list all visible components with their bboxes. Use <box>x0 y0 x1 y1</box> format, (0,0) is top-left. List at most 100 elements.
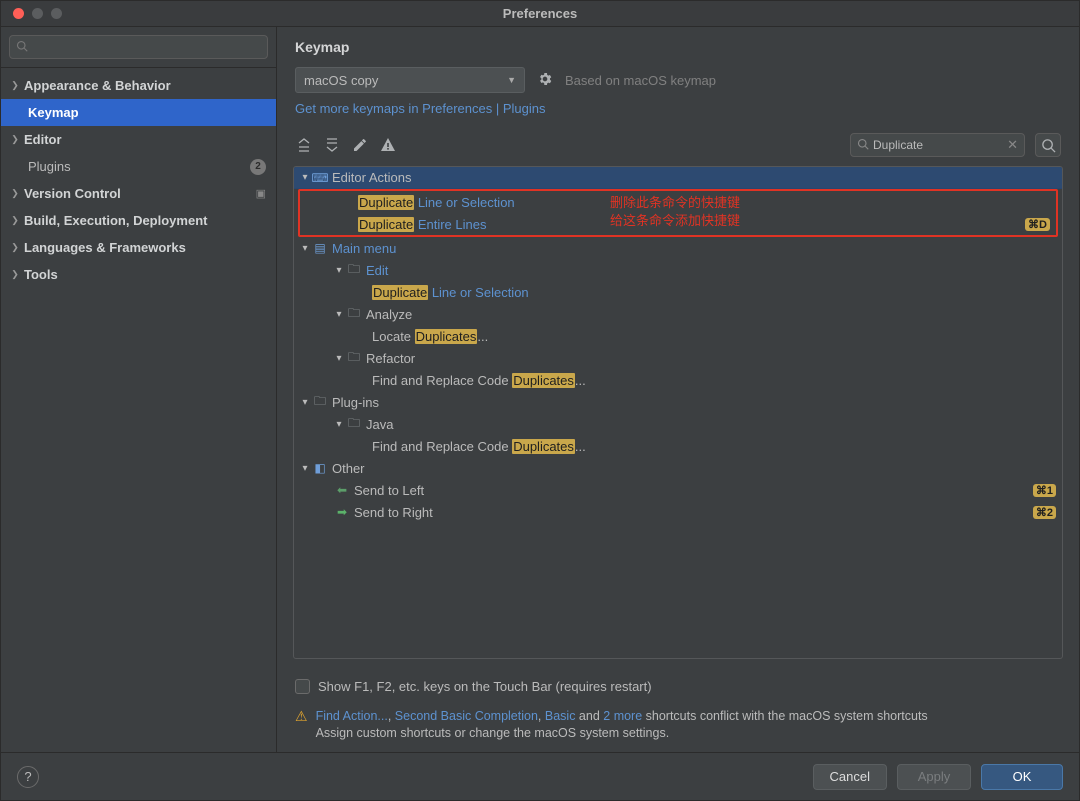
tree-item-duplicate-line-selection-edit[interactable]: Duplicate Line or Selection <box>294 281 1062 303</box>
apply-button[interactable]: Apply <box>897 764 971 790</box>
window-maximize-button[interactable] <box>51 8 62 19</box>
tree-item-label: Send to Left <box>354 483 424 498</box>
keymap-tree: ▾ ⌨ Editor Actions Duplicate Line or Sel… <box>293 166 1063 659</box>
touchbar-checkbox[interactable] <box>295 679 310 694</box>
keyboard-icon: ⌨ <box>312 170 328 186</box>
tree-item-send-to-left[interactable]: ⬅ Send to Left ⌘1 <box>294 479 1062 501</box>
sidebar-item-label: Editor <box>24 132 62 147</box>
tree-group-plugins[interactable]: ▾ 🗀 Plug-ins <box>294 391 1062 413</box>
badge-count: 2 <box>250 159 266 175</box>
find-shortcut-button[interactable] <box>1035 133 1061 157</box>
keymap-search-input[interactable]: ✕ <box>850 133 1025 157</box>
folder-icon: 🗀 <box>346 416 362 432</box>
titlebar: Preferences <box>1 1 1079 27</box>
collapse-all-button[interactable] <box>323 136 341 154</box>
sidebar-item-languages[interactable]: ❯ Languages & Frameworks <box>1 234 276 261</box>
conflict-link[interactable]: 2 more <box>603 709 642 723</box>
gear-icon[interactable] <box>537 71 553 90</box>
get-more-keymaps-link[interactable]: Get more keymaps in Preferences | Plugin… <box>295 101 546 116</box>
tree-item-find-replace-duplicates-java[interactable]: Find and Replace Code Duplicates... <box>294 435 1062 457</box>
edit-shortcut-button[interactable] <box>351 136 369 154</box>
tree-group-label: Edit <box>366 263 388 278</box>
tree-item-locate-duplicates[interactable]: Locate Duplicates... <box>294 325 1062 347</box>
tree-item-send-to-right[interactable]: ➡ Send to Right ⌘2 <box>294 501 1062 523</box>
tree-item-find-replace-duplicates-refactor[interactable]: Find and Replace Code Duplicates... <box>294 369 1062 391</box>
chevron-down-icon: ▾ <box>332 419 346 430</box>
conflict-link[interactable]: Second Basic Completion <box>395 709 538 723</box>
tree-group-label: Refactor <box>366 351 415 366</box>
cancel-button[interactable]: Cancel <box>813 764 887 790</box>
settings-search-input[interactable] <box>9 35 268 59</box>
chevron-right-icon: ❯ <box>9 215 21 226</box>
conflict-link[interactable]: Basic <box>545 709 576 723</box>
tree-group-analyze[interactable]: ▾ 🗀 Analyze <box>294 303 1062 325</box>
chevron-right-icon: ❯ <box>9 80 21 91</box>
tree-group-editor-actions[interactable]: ▾ ⌨ Editor Actions <box>294 167 1062 189</box>
window-minimize-button[interactable] <box>32 8 43 19</box>
sidebar-item-keymap[interactable]: Keymap <box>1 99 276 126</box>
ok-button[interactable]: OK <box>981 764 1063 790</box>
sidebar-item-version-control[interactable]: ❯ Version Control ▣ <box>1 180 276 207</box>
chevron-down-icon: ▾ <box>298 463 312 474</box>
sidebar-item-plugins[interactable]: Plugins 2 <box>1 153 276 180</box>
tree-item-duplicate-entire-lines[interactable]: Duplicate Entire Lines ⌘D <box>300 213 1056 235</box>
chevron-down-icon: ▾ <box>332 309 346 320</box>
page-title: Keymap <box>295 39 1061 55</box>
settings-sidebar: ❯ Appearance & Behavior Keymap ❯ Editor … <box>1 27 277 752</box>
tree-item-label: Send to Right <box>354 505 433 520</box>
chevron-down-icon: ▾ <box>298 397 312 408</box>
sidebar-item-build[interactable]: ❯ Build, Execution, Deployment <box>1 207 276 234</box>
sidebar-item-appearance[interactable]: ❯ Appearance & Behavior <box>1 72 276 99</box>
sidebar-item-label: Keymap <box>24 105 79 120</box>
tree-group-java[interactable]: ▾ 🗀 Java <box>294 413 1062 435</box>
chevron-down-icon: ▾ <box>298 243 312 254</box>
help-button[interactable]: ? <box>17 766 39 788</box>
project-icon: ▣ <box>256 187 266 200</box>
tree-group-label: Analyze <box>366 307 412 322</box>
folder-icon: 🗀 <box>346 262 362 278</box>
warning-icon: ⚠ <box>295 708 308 725</box>
folder-icon: 🗀 <box>346 350 362 366</box>
folder-icon: 🗀 <box>312 394 328 410</box>
sidebar-item-label: Tools <box>24 267 58 282</box>
shortcut-badge: ⌘2 <box>1033 506 1056 519</box>
expand-all-button[interactable] <box>295 136 313 154</box>
tree-group-other[interactable]: ▾ ◧ Other <box>294 457 1062 479</box>
sidebar-item-tools[interactable]: ❯ Tools <box>1 261 276 288</box>
tree-group-label: Plug-ins <box>332 395 379 410</box>
chevron-right-icon: ❯ <box>9 134 21 145</box>
conflict-text: Find Action..., Second Basic Completion,… <box>316 708 928 742</box>
chevron-down-icon: ▾ <box>298 172 312 183</box>
sidebar-item-label: Appearance & Behavior <box>24 78 171 93</box>
window-title: Preferences <box>503 6 577 21</box>
conflict-link[interactable]: Find Action... <box>316 709 388 723</box>
keymap-select[interactable]: macOS copy ▼ <box>295 67 525 93</box>
tree-group-label: Other <box>332 461 365 476</box>
chevron-down-icon: ▾ <box>332 353 346 364</box>
search-icon <box>16 40 28 55</box>
tree-group-label: Main menu <box>332 241 396 256</box>
touchbar-label: Show F1, F2, etc. keys on the Touch Bar … <box>318 679 652 694</box>
arrow-right-icon: ➡ <box>334 504 350 520</box>
chevron-right-icon: ❯ <box>9 188 21 199</box>
other-icon: ◧ <box>312 460 328 476</box>
folder-icon: 🗀 <box>346 306 362 322</box>
shortcut-badge: ⌘D <box>1025 218 1050 231</box>
tree-item-duplicate-line-selection[interactable]: Duplicate Line or Selection <box>300 191 1056 213</box>
tree-group-main-menu[interactable]: ▾ ▤ Main menu <box>294 237 1062 259</box>
chevron-down-icon: ▼ <box>507 75 516 85</box>
window-close-button[interactable] <box>13 8 24 19</box>
menu-icon: ▤ <box>312 240 328 256</box>
arrow-left-icon: ⬅ <box>334 482 350 498</box>
warning-icon[interactable] <box>379 136 397 154</box>
chevron-right-icon: ❯ <box>9 242 21 253</box>
chevron-down-icon: ▾ <box>332 265 346 276</box>
sidebar-item-label: Languages & Frameworks <box>24 240 186 255</box>
tree-group-label: Editor Actions <box>332 170 412 185</box>
chevron-right-icon: ❯ <box>9 269 21 280</box>
sidebar-item-editor[interactable]: ❯ Editor <box>1 126 276 153</box>
tree-group-refactor[interactable]: ▾ 🗀 Refactor <box>294 347 1062 369</box>
tree-group-edit[interactable]: ▾ 🗀 Edit <box>294 259 1062 281</box>
sidebar-item-label: Build, Execution, Deployment <box>24 213 207 228</box>
clear-search-icon[interactable]: ✕ <box>1007 137 1018 153</box>
